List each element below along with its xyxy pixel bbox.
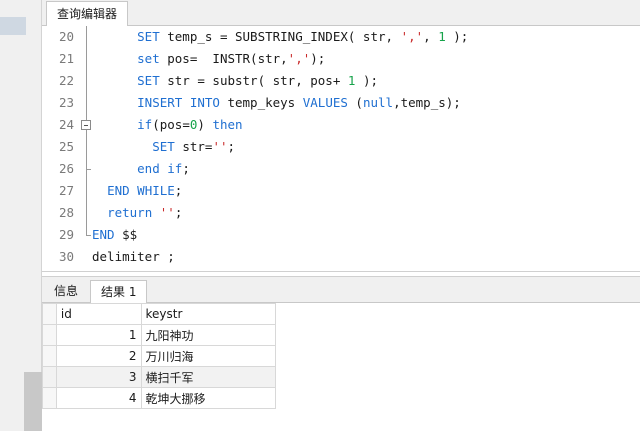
- result-grid: id keystr 1 九阳神功 2 万川归海 3 横扫千军 4 乾坤大挪移: [42, 303, 277, 409]
- tab-query-editor[interactable]: 查询编辑器: [46, 1, 129, 27]
- code-text[interactable]: return '';: [92, 202, 182, 224]
- left-panel-scrollbar[interactable]: [24, 372, 42, 431]
- line-number: 28: [58, 205, 74, 220]
- code-text[interactable]: END $$: [92, 224, 137, 246]
- code-line[interactable]: 28 return '';: [42, 202, 640, 224]
- fold-end-marker: [86, 235, 91, 236]
- fold-end-marker: [86, 169, 91, 170]
- line-number: 29: [58, 227, 74, 242]
- cell-keystr[interactable]: 九阳神功: [140, 324, 277, 346]
- column-header-keystr[interactable]: keystr: [140, 303, 277, 325]
- line-number: 23: [58, 95, 74, 110]
- cell-id[interactable]: 1: [55, 324, 142, 346]
- code-line[interactable]: 26 end if;: [42, 158, 640, 180]
- cell-keystr[interactable]: 乾坤大挪移: [140, 387, 277, 409]
- tab-result-1[interactable]: 结果 1: [90, 280, 148, 305]
- code-line[interactable]: 23 INSERT INTO temp_keys VALUES (null,te…: [42, 92, 640, 114]
- line-number: 22: [58, 73, 74, 88]
- table-row[interactable]: 4 乾坤大挪移: [42, 387, 277, 409]
- line-number: 26: [58, 161, 74, 176]
- cell-keystr[interactable]: 万川归海: [140, 345, 277, 367]
- left-panel-selected-item[interactable]: [0, 17, 26, 35]
- cell-id[interactable]: 2: [55, 345, 142, 367]
- tab-info[interactable]: 信息: [44, 280, 88, 304]
- cell-keystr[interactable]: 横扫千军: [140, 366, 277, 388]
- table-row[interactable]: 1 九阳神功: [42, 324, 277, 346]
- code-line[interactable]: 27 END WHILE;: [42, 180, 640, 202]
- code-line[interactable]: 24 if(pos=0) then: [42, 114, 640, 136]
- row-selector[interactable]: [42, 324, 57, 346]
- column-header-id[interactable]: id: [55, 303, 142, 325]
- row-selector[interactable]: [42, 345, 57, 367]
- row-selector[interactable]: [42, 387, 57, 409]
- cell-id[interactable]: 3: [55, 366, 142, 388]
- line-number: 27: [58, 183, 74, 198]
- code-text[interactable]: SET temp_s = SUBSTRING_INDEX( str, ',', …: [92, 26, 468, 48]
- table-row[interactable]: 3 横扫千军: [42, 366, 277, 388]
- row-selector[interactable]: [42, 366, 57, 388]
- code-text[interactable]: END WHILE;: [92, 180, 182, 202]
- left-panel: [0, 0, 42, 431]
- code-line[interactable]: 22 SET str = substr( str, pos+ 1 );: [42, 70, 640, 92]
- row-header-corner[interactable]: [42, 303, 57, 325]
- table-row[interactable]: 2 万川归海: [42, 345, 277, 367]
- code-text[interactable]: if(pos=0) then: [92, 114, 242, 136]
- code-line[interactable]: 21 set pos= INSTR(str,',');: [42, 48, 640, 70]
- result-tab-bar: 信息 结果 1: [42, 276, 640, 305]
- code-line[interactable]: 29 END $$: [42, 224, 640, 246]
- code-text[interactable]: INSERT INTO temp_keys VALUES (null,temp_…: [92, 92, 461, 114]
- code-editor[interactable]: 20 SET temp_s = SUBSTRING_INDEX( str, ',…: [42, 26, 640, 272]
- line-number: 25: [58, 139, 74, 154]
- code-text[interactable]: SET str='';: [92, 136, 235, 158]
- editor-tab-bar: 查询编辑器: [42, 0, 640, 27]
- fold-collapse-icon[interactable]: [81, 120, 91, 130]
- code-text[interactable]: set pos= INSTR(str,',');: [92, 48, 325, 70]
- code-text[interactable]: delimiter ;: [92, 246, 175, 268]
- code-line[interactable]: 30 delimiter ;: [42, 246, 640, 268]
- grid-header-row: id keystr: [42, 303, 277, 325]
- line-number: 21: [58, 51, 74, 66]
- line-number: 20: [58, 29, 74, 44]
- code-text[interactable]: end if;: [92, 158, 190, 180]
- cell-id[interactable]: 4: [55, 387, 142, 409]
- line-number: 30: [58, 249, 74, 264]
- line-number: 24: [58, 117, 74, 132]
- code-text[interactable]: SET str = substr( str, pos+ 1 );: [92, 70, 378, 92]
- code-line[interactable]: 25 SET str='';: [42, 136, 640, 158]
- code-line[interactable]: 20 SET temp_s = SUBSTRING_INDEX( str, ',…: [42, 26, 640, 48]
